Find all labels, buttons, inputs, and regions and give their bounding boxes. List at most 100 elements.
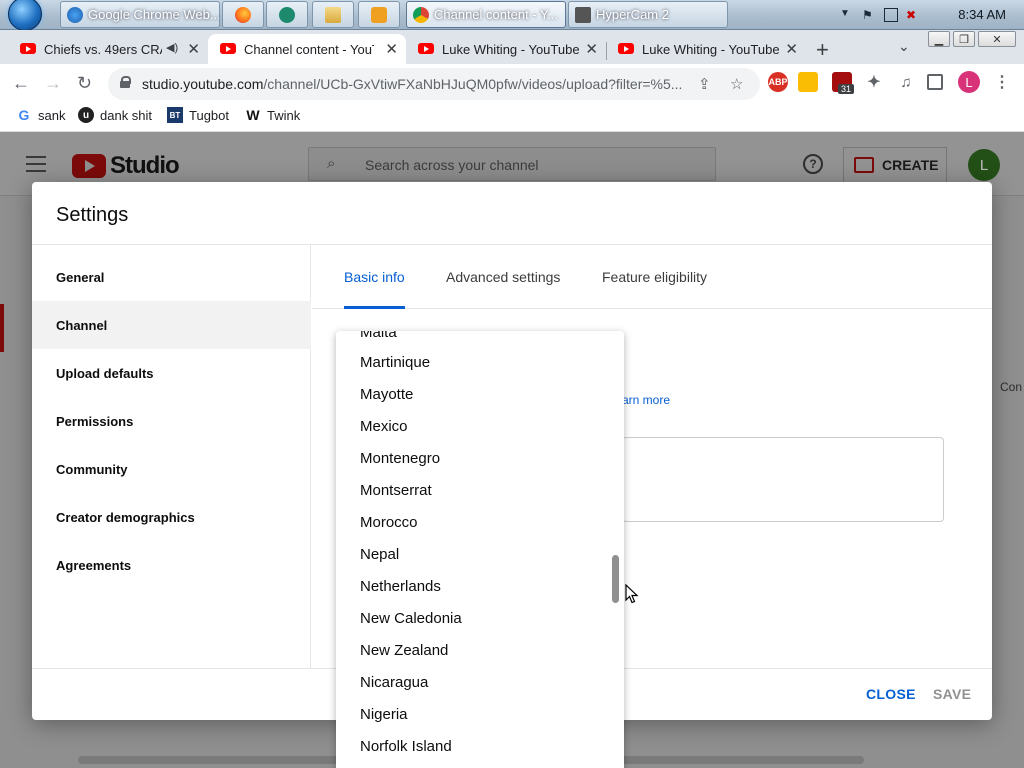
address-bar[interactable]: studio.youtube.com/channel/UCb-GxVtiwFXa… <box>108 68 760 100</box>
create-button[interactable]: CREATE <box>843 147 947 183</box>
app-icon <box>279 6 295 23</box>
studio-logo[interactable]: Studio <box>72 152 180 180</box>
back-icon[interactable]: ← <box>12 73 30 94</box>
minimize-icon[interactable]: ▁ <box>928 31 950 47</box>
folder-icon: u <box>78 107 94 123</box>
dialog-title: Settings <box>56 204 129 226</box>
network-icon[interactable] <box>884 8 898 22</box>
taskbar-button-app[interactable] <box>266 1 308 28</box>
keywords-field[interactable] <box>622 437 944 522</box>
close-tab-icon[interactable]: ✕ <box>785 40 798 58</box>
tab-luke-whiting-2[interactable]: Luke Whiting - YouTube ✕ <box>606 34 806 64</box>
audio-playing-icon[interactable]: ◀) <box>166 41 178 54</box>
volume-muted-icon[interactable]: ✖ <box>906 8 920 22</box>
extension-badge: 31 <box>838 84 855 94</box>
close-tab-icon[interactable]: ✕ <box>385 40 398 58</box>
taskbar-button-hypercam[interactable]: HyperCam 2 <box>568 1 728 28</box>
close-tab-icon[interactable]: ✕ <box>585 40 598 58</box>
list-item[interactable]: Nigeria <box>360 698 408 730</box>
media-queue-icon[interactable]: ♫ <box>896 72 916 92</box>
bookmark-tugbot[interactable]: BT Tugbot <box>167 107 229 123</box>
list-item[interactable]: Montserrat <box>360 474 432 506</box>
new-tab-icon[interactable]: + <box>816 37 829 63</box>
taskbar-button-chrome-web[interactable]: Google Chrome Web... <box>60 1 220 28</box>
start-button[interactable] <box>8 0 46 31</box>
bookmark-star-icon[interactable]: ☆ <box>730 75 743 93</box>
menu-icon[interactable] <box>26 156 46 177</box>
active-nav-indicator <box>0 304 4 352</box>
tab-advanced-settings[interactable]: Advanced settings <box>446 245 560 308</box>
reload-icon[interactable]: ↻ <box>77 73 92 94</box>
list-item[interactable]: Nepal <box>360 538 399 570</box>
forward-icon[interactable]: → <box>44 73 62 94</box>
dropdown-scrollbar-thumb[interactable] <box>612 555 619 603</box>
file-explorer-icon <box>325 6 341 23</box>
browser-menu-icon[interactable]: ⋮ <box>992 72 1012 92</box>
learn-more-link[interactable]: arn more <box>622 393 670 407</box>
bookmark-dank-shit[interactable]: u dank shit <box>78 107 152 123</box>
tab-search-chevron-icon[interactable]: ⌄ <box>898 38 910 55</box>
close-button[interactable]: CLOSE <box>866 686 916 702</box>
list-item[interactable]: Netherlands <box>360 570 441 602</box>
bookmarks-bar: G sank u dank shit BT Tugbot W Twink <box>0 102 1024 132</box>
side-panel-icon[interactable] <box>927 74 943 90</box>
bookmark-twink[interactable]: W Twink <box>245 107 300 123</box>
tab-feature-eligibility[interactable]: Feature eligibility <box>602 245 707 308</box>
flag-icon[interactable]: ⚑ <box>862 8 876 22</box>
taskbar-button-firefox[interactable] <box>222 1 264 28</box>
nav-upload-defaults[interactable]: Upload defaults <box>32 349 311 397</box>
list-item[interactable]: Mexico <box>360 410 408 442</box>
nav-community[interactable]: Community <box>32 445 311 493</box>
url-text[interactable]: studio.youtube.com/channel/UCb-GxVtiwFXa… <box>142 76 682 92</box>
nav-permissions[interactable]: Permissions <box>32 397 311 445</box>
save-button[interactable]: SAVE <box>933 686 971 702</box>
studio-search-input[interactable]: ⌕ Search across your channel <box>308 147 716 181</box>
profile-avatar[interactable]: L <box>958 71 980 93</box>
list-item[interactable]: Nicaragua <box>360 666 428 698</box>
windows-taskbar: Google Chrome Web... Channel content - Y… <box>0 0 1024 31</box>
tab-basic-info[interactable]: Basic info <box>344 245 405 309</box>
studio-avatar[interactable]: L <box>968 149 1000 181</box>
media-player-icon <box>371 6 387 23</box>
country-dropdown-list[interactable]: Malta Martinique Mayotte Mexico Monteneg… <box>336 331 624 768</box>
list-item[interactable]: Mayotte <box>360 378 413 410</box>
taskbar-button-media[interactable] <box>358 1 400 28</box>
nav-general[interactable]: General <box>32 253 311 301</box>
tab-luke-whiting-1[interactable]: Luke Whiting - YouTube ✕ <box>406 34 606 64</box>
extension-puzzle-color-icon[interactable] <box>798 72 818 92</box>
hypercam-icon <box>575 6 591 23</box>
list-item[interactable]: Montenegro <box>360 442 440 474</box>
taskbar-button-explorer[interactable] <box>312 1 354 28</box>
restore-icon[interactable]: ❐ <box>953 31 975 47</box>
help-icon[interactable]: ? <box>803 154 823 174</box>
tab-chiefs[interactable]: Chiefs vs. 49ers CRAZ ◀) ✕ <box>0 34 208 64</box>
extensions-puzzle-icon[interactable]: ✦ <box>864 72 884 92</box>
list-item[interactable]: Norfolk Island <box>360 730 452 762</box>
youtube-favicon-icon <box>220 43 236 54</box>
list-item[interactable]: New Zealand <box>360 634 448 666</box>
youtube-favicon-icon <box>618 43 634 54</box>
nav-creator-demographics[interactable]: Creator demographics <box>32 493 311 541</box>
nav-agreements[interactable]: Agreements <box>32 541 311 589</box>
chrome-icon <box>413 6 429 23</box>
taskbar-button-chrome-active[interactable]: Channel content - Y... <box>406 1 566 28</box>
mouse-cursor-icon <box>625 584 639 604</box>
tab-channel-content[interactable]: Channel content - YouTu ✕ <box>208 34 406 64</box>
close-tab-icon[interactable]: ✕ <box>187 40 200 58</box>
google-icon: G <box>18 107 30 123</box>
adblock-plus-icon[interactable]: ABP <box>768 72 788 92</box>
youtube-favicon-icon <box>418 43 434 54</box>
list-item[interactable]: Martinique <box>360 346 430 378</box>
youtube-favicon-icon <box>20 43 36 54</box>
close-window-icon[interactable]: ✕ <box>978 31 1016 47</box>
lock-icon[interactable] <box>120 76 131 88</box>
list-item[interactable]: New Caledonia <box>360 602 462 634</box>
firefox-icon <box>235 6 251 23</box>
clock[interactable]: 8:34 AM <box>958 7 1006 22</box>
list-item[interactable]: Morocco <box>360 506 418 538</box>
share-icon[interactable]: ⇪ <box>698 75 711 93</box>
bookmark-sank[interactable]: G sank <box>16 107 66 123</box>
nav-channel[interactable]: Channel <box>32 301 311 349</box>
windows-orb-icon <box>8 0 42 31</box>
show-hidden-icons-icon[interactable]: ▼ <box>840 8 854 22</box>
